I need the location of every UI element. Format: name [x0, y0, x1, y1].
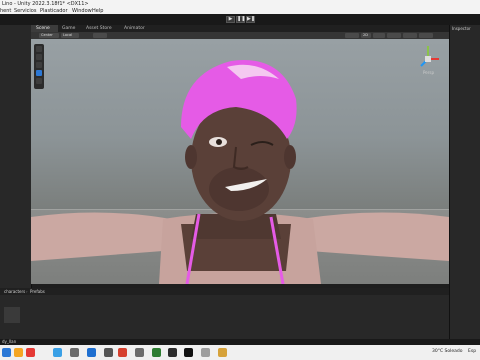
os-taskbar: 30°C Soleado Esp — [0, 345, 480, 360]
tab-asset-store-label: Asset Store — [86, 26, 112, 31]
unity-hub-icon[interactable] — [168, 348, 177, 357]
folder-icon[interactable] — [218, 348, 227, 357]
tab-scene-label: Scene — [36, 26, 50, 31]
right-ear — [284, 145, 296, 169]
camera-dropdown[interactable] — [403, 33, 417, 38]
play-button[interactable]: ▶ — [226, 16, 235, 23]
scene-toolbar: Center Local 2D — [31, 32, 449, 39]
start-icon[interactable] — [2, 348, 11, 357]
breadcrumb-separator: › — [26, 289, 28, 294]
app-icon-2[interactable] — [26, 348, 35, 357]
view-tabs: Scene Game Asset Store Animator — [31, 25, 449, 32]
inspector-panel[interactable]: Inspector — [449, 25, 480, 343]
move-tool-button[interactable] — [36, 54, 42, 60]
breadcrumb-characters[interactable]: characters — [4, 289, 25, 294]
tab-animator[interactable]: Animator — [119, 25, 154, 32]
prefab-thumbnail[interactable] — [4, 307, 20, 323]
weather-text[interactable]: 30°C Soleado — [432, 349, 463, 354]
language-indicator[interactable]: Esp — [468, 349, 476, 354]
unity-icon[interactable] — [184, 348, 193, 357]
scene-viewport[interactable] — [31, 39, 449, 284]
project-breadcrumb-bar: characters › Prefabs — [0, 288, 449, 295]
effects-dropdown[interactable] — [387, 33, 401, 38]
character-model — [31, 60, 449, 284]
browser-icon[interactable] — [53, 348, 62, 357]
pause-button[interactable]: ❚❚ — [236, 16, 245, 23]
app-icon-1[interactable] — [14, 348, 23, 357]
window-title-bar: Lino - Unity 2022.3.18f1* <DX11> — [0, 0, 480, 8]
left-pupil — [216, 139, 222, 145]
step-button[interactable]: ▶❚ — [246, 16, 255, 23]
status-text: dy_llan — [2, 339, 17, 344]
rotate-tool-button[interactable] — [36, 62, 42, 68]
breadcrumb-prefabs[interactable]: Prefabs — [30, 289, 45, 294]
view-2d-toggle[interactable]: 2D — [361, 33, 371, 38]
project-panel[interactable] — [0, 295, 449, 339]
pivot-rotation-dropdown[interactable]: Local — [61, 33, 79, 38]
window-title: Lino - Unity 2022.3.18f1* <DX11> — [2, 1, 89, 7]
shading-dropdown[interactable] — [345, 33, 359, 38]
taskview-icon[interactable] — [70, 348, 79, 357]
gizmo-label: Persp — [423, 70, 434, 75]
orientation-gizmo[interactable]: Persp — [411, 42, 445, 76]
hierarchy-panel[interactable] — [0, 25, 32, 288]
app-icon-4[interactable] — [135, 348, 144, 357]
rect-tool-button[interactable] — [36, 78, 42, 84]
tab-game-label: Game — [62, 26, 76, 31]
scale-tool-button[interactable] — [36, 70, 42, 76]
tab-animator-label: Animator — [124, 26, 145, 31]
inspector-title[interactable]: Inspector — [452, 26, 471, 31]
chrome-icon[interactable] — [118, 348, 127, 357]
gizmos-dropdown[interactable] — [419, 33, 433, 38]
unity-editor-active-icon[interactable] — [201, 348, 210, 357]
grid-dropdown[interactable] — [93, 33, 107, 38]
main-toolbar: ▶ ❚❚ ▶❚ — [0, 14, 480, 25]
tools-dock — [34, 44, 44, 89]
tab-game[interactable]: Game — [57, 25, 82, 32]
left-ear — [185, 145, 197, 169]
pivot-mode-dropdown[interactable]: Center — [39, 33, 59, 38]
explorer-icon[interactable] — [87, 348, 96, 357]
lighting-toggle[interactable] — [373, 33, 385, 38]
app-icon-5[interactable] — [152, 348, 161, 357]
tab-scene[interactable]: Scene — [31, 25, 58, 32]
app-icon-3[interactable] — [104, 348, 113, 357]
tab-asset-store[interactable]: Asset Store — [81, 25, 120, 32]
hand-tool-button[interactable] — [36, 46, 42, 52]
